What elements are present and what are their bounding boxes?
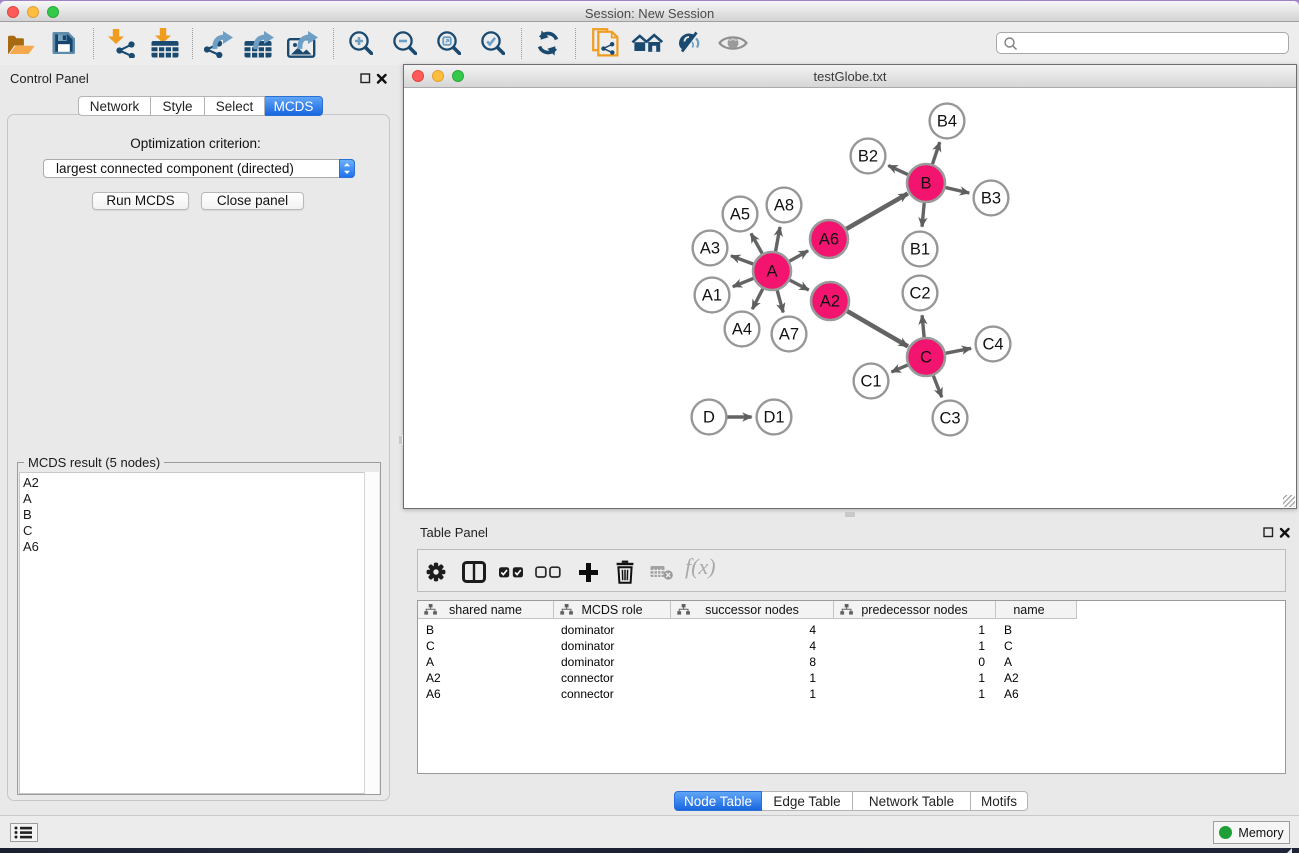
svg-text:B1: B1 [910, 241, 930, 259]
svg-text:C: C [920, 349, 932, 367]
svg-text:C4: C4 [982, 336, 1003, 354]
svg-text:B: B [920, 175, 931, 193]
svg-text:A8: A8 [774, 197, 794, 215]
svg-text:A1: A1 [702, 287, 722, 305]
svg-text:B3: B3 [981, 190, 1001, 208]
svg-text:B2: B2 [858, 148, 878, 166]
svg-text:B4: B4 [937, 113, 957, 131]
svg-text:D1: D1 [763, 409, 784, 427]
svg-text:D: D [703, 409, 715, 427]
svg-text:A3: A3 [700, 240, 720, 258]
svg-text:A4: A4 [732, 321, 752, 339]
svg-text:A: A [766, 263, 777, 281]
svg-text:A2: A2 [820, 293, 840, 311]
svg-text:A6: A6 [819, 231, 839, 249]
svg-text:A5: A5 [730, 206, 750, 224]
svg-text:A7: A7 [779, 326, 799, 344]
svg-text:C2: C2 [909, 285, 930, 303]
svg-text:C1: C1 [860, 373, 881, 391]
svg-text:C3: C3 [939, 410, 960, 428]
